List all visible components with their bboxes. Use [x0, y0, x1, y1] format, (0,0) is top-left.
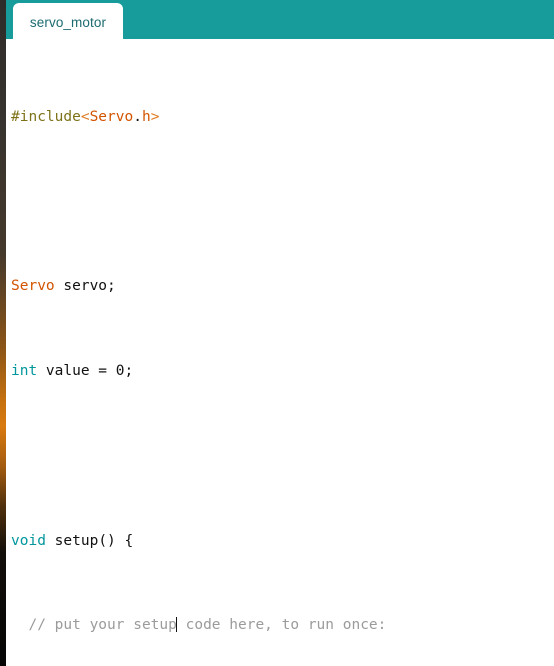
window-edge-gutter: [0, 0, 6, 666]
code-line: void setup() {: [11, 532, 134, 549]
code-line-with-caret: // put your setup code here, to run once…: [28, 617, 387, 634]
code-line: int value = 0;: [11, 363, 134, 379]
code-editor[interactable]: #include<Servo.h> Servo servo; int value…: [6, 39, 554, 666]
code-content[interactable]: #include<Servo.h> Servo servo; int value…: [11, 43, 430, 666]
code-line: Servo servo;: [11, 278, 116, 295]
sketch-tab-servo-motor[interactable]: servo_motor: [13, 3, 123, 41]
code-line: #include<Servo.h>: [11, 108, 160, 125]
sketch-tab-label: servo_motor: [29, 14, 107, 30]
arduino-ide-window: servo_motor #include<Servo.h> Servo serv…: [0, 0, 554, 666]
